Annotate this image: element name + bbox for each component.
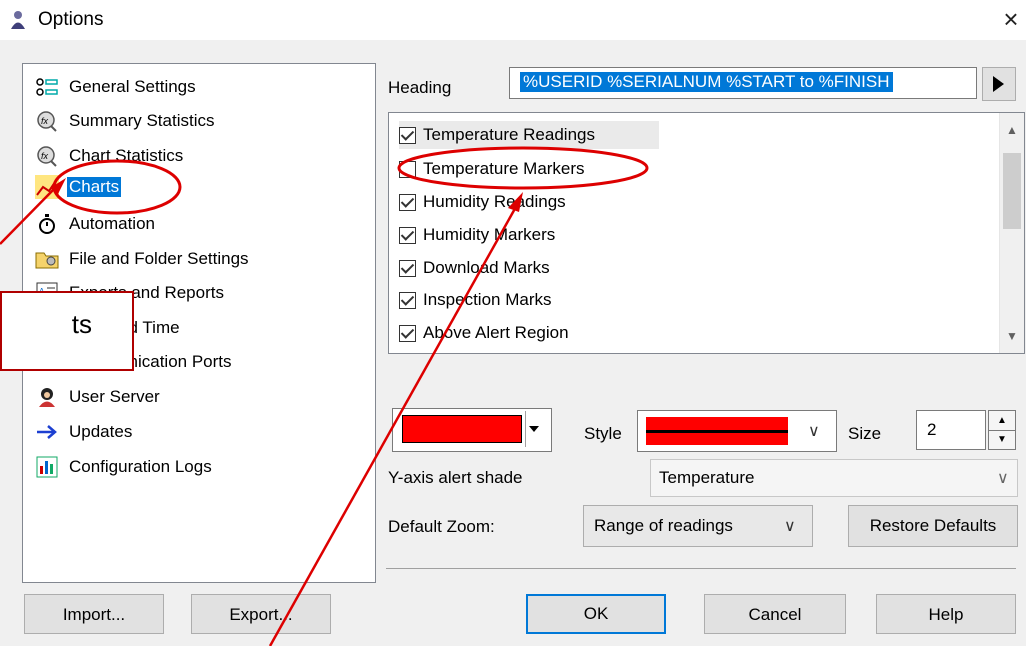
svg-text:fx: fx <box>41 151 49 161</box>
heading-input[interactable]: %USERID %SERIALNUM %START to %FINISH <box>509 67 977 99</box>
checkbox[interactable] <box>399 160 416 178</box>
sidebar-item-label: Chart Statistics <box>69 146 184 165</box>
list-item-label: Humidity Readings <box>423 192 566 211</box>
user-server-icon <box>35 385 59 409</box>
chevron-down-icon: ∨ <box>808 423 820 440</box>
checkbox[interactable] <box>399 324 416 342</box>
series-checklist[interactable]: Temperature Readings Temperature Markers… <box>388 112 1025 354</box>
heading-insert-button[interactable] <box>982 67 1016 101</box>
list-item[interactable]: Humidity Readings <box>399 188 566 216</box>
log-icon <box>35 455 59 479</box>
svg-text:fx: fx <box>41 116 49 126</box>
list-item[interactable]: Temperature Markers <box>399 155 585 183</box>
chevron-down-icon[interactable]: ▼ <box>1000 325 1024 347</box>
fx-icon: fx <box>35 109 59 133</box>
folder-icon <box>35 247 59 271</box>
chevron-down-icon: ∨ <box>997 470 1009 487</box>
app-icon <box>11 11 25 29</box>
size-spinner[interactable]: ▲ ▼ <box>988 410 1016 450</box>
sidebar-item-label: File and Folder Settings <box>69 249 249 268</box>
export-button[interactable]: Export... <box>191 594 331 634</box>
sidebar-item-label: Updates <box>69 422 133 441</box>
sidebar-item-label: Charts <box>67 177 122 197</box>
import-button[interactable]: Import... <box>24 594 164 634</box>
chart-icon <box>35 175 59 199</box>
size-value: 2 <box>927 420 937 439</box>
style-label: Style <box>584 424 622 443</box>
dropdown-arrow-icon <box>529 426 539 432</box>
list-item-label: Temperature Markers <box>423 159 585 178</box>
heading-label: Heading <box>388 78 452 97</box>
default-zoom-value: Range of readings <box>594 516 733 535</box>
sidebar-item-label: General Settings <box>69 77 196 96</box>
sidebar-item-configuration-logs[interactable]: Configuration Logs <box>35 452 214 482</box>
checkbox[interactable] <box>399 193 416 211</box>
color-swatch <box>402 415 522 443</box>
list-item[interactable]: Above Alert Region <box>399 319 569 347</box>
fx-icon: fx <box>35 144 59 168</box>
list-item-label: Above Alert Region <box>423 323 569 342</box>
default-zoom-label: Default Zoom: <box>388 517 495 536</box>
y-axis-alert-value: Temperature <box>659 468 755 487</box>
color-dropdown[interactable] <box>392 408 552 452</box>
sidebar-item-summary-statistics[interactable]: fx Summary Statistics <box>35 106 216 136</box>
title-bar <box>0 0 1026 40</box>
y-axis-alert-dropdown[interactable]: Temperature ∨ <box>650 459 1018 497</box>
spin-down-icon[interactable]: ▼ <box>989 430 1015 449</box>
checkbox[interactable] <box>399 291 416 309</box>
help-button[interactable]: Help <box>876 594 1016 634</box>
sidebar-item-charts[interactable]: Charts <box>35 172 122 202</box>
y-axis-alert-label: Y-axis alert shade <box>388 468 523 487</box>
default-zoom-dropdown[interactable]: Range of readings ∨ <box>583 505 813 547</box>
list-item-label: Inspection Marks <box>423 290 552 309</box>
divider <box>386 568 1016 569</box>
close-icon[interactable]: × <box>996 2 1026 36</box>
chevron-down-icon: ∨ <box>784 518 796 535</box>
ok-button[interactable]: OK <box>526 594 666 634</box>
line-style-dropdown[interactable]: ∨ <box>637 410 837 452</box>
arrow-right-icon <box>35 420 59 444</box>
sidebar-item-label: User Server <box>69 387 160 406</box>
list-item-label: Humidity Markers <box>423 225 556 244</box>
window-title: Options <box>38 9 104 30</box>
sidebar-item-chart-statistics[interactable]: fx Chart Statistics <box>35 141 185 171</box>
sidebar-item-user-server[interactable]: User Server <box>35 382 162 412</box>
line-style-line <box>646 430 788 433</box>
list-item-label: Download Marks <box>423 258 550 277</box>
sidebar-item-label: Summary Statistics <box>69 111 215 130</box>
stopwatch-icon <box>35 212 59 236</box>
list-item[interactable]: Inspection Marks <box>399 286 552 314</box>
size-label: Size <box>848 424 882 443</box>
checkbox[interactable] <box>399 126 416 144</box>
heading-value: %USERID %SERIALNUM %START to %FINISH <box>520 72 893 92</box>
play-arrow-icon <box>993 76 1004 92</box>
spin-up-icon[interactable]: ▲ <box>989 411 1015 431</box>
checkbox[interactable] <box>399 259 416 277</box>
sidebar-item-label: Automation <box>69 214 155 233</box>
chevron-up-icon[interactable]: ▲ <box>1000 119 1024 141</box>
sidebar-item-general-settings[interactable]: General Settings <box>35 72 198 102</box>
list-item[interactable]: Temperature Readings <box>399 121 659 149</box>
sidebar-item-updates[interactable]: Updates <box>35 417 134 447</box>
callout-text: ts <box>71 309 92 339</box>
sidebar-item-label: Configuration Logs <box>69 457 212 476</box>
list-scrollbar[interactable]: ▲ ▼ <box>999 113 1024 353</box>
list-item[interactable]: Download Marks <box>399 254 550 282</box>
list-item[interactable]: Humidity Markers <box>399 221 555 249</box>
restore-defaults-button[interactable]: Restore Defaults <box>848 505 1018 547</box>
sidebar-item-automation[interactable]: Automation <box>35 209 157 239</box>
divider <box>525 411 526 447</box>
checkbox[interactable] <box>399 226 416 244</box>
annotation-callout: ts <box>0 291 134 371</box>
cancel-button[interactable]: Cancel <box>704 594 846 634</box>
settings-icon <box>35 75 59 99</box>
list-item-label: Temperature Readings <box>423 125 595 144</box>
sidebar-item-file-and-folder-settings[interactable]: File and Folder Settings <box>35 244 251 274</box>
size-input[interactable]: 2 <box>916 410 986 450</box>
scroll-thumb[interactable] <box>1003 153 1021 229</box>
